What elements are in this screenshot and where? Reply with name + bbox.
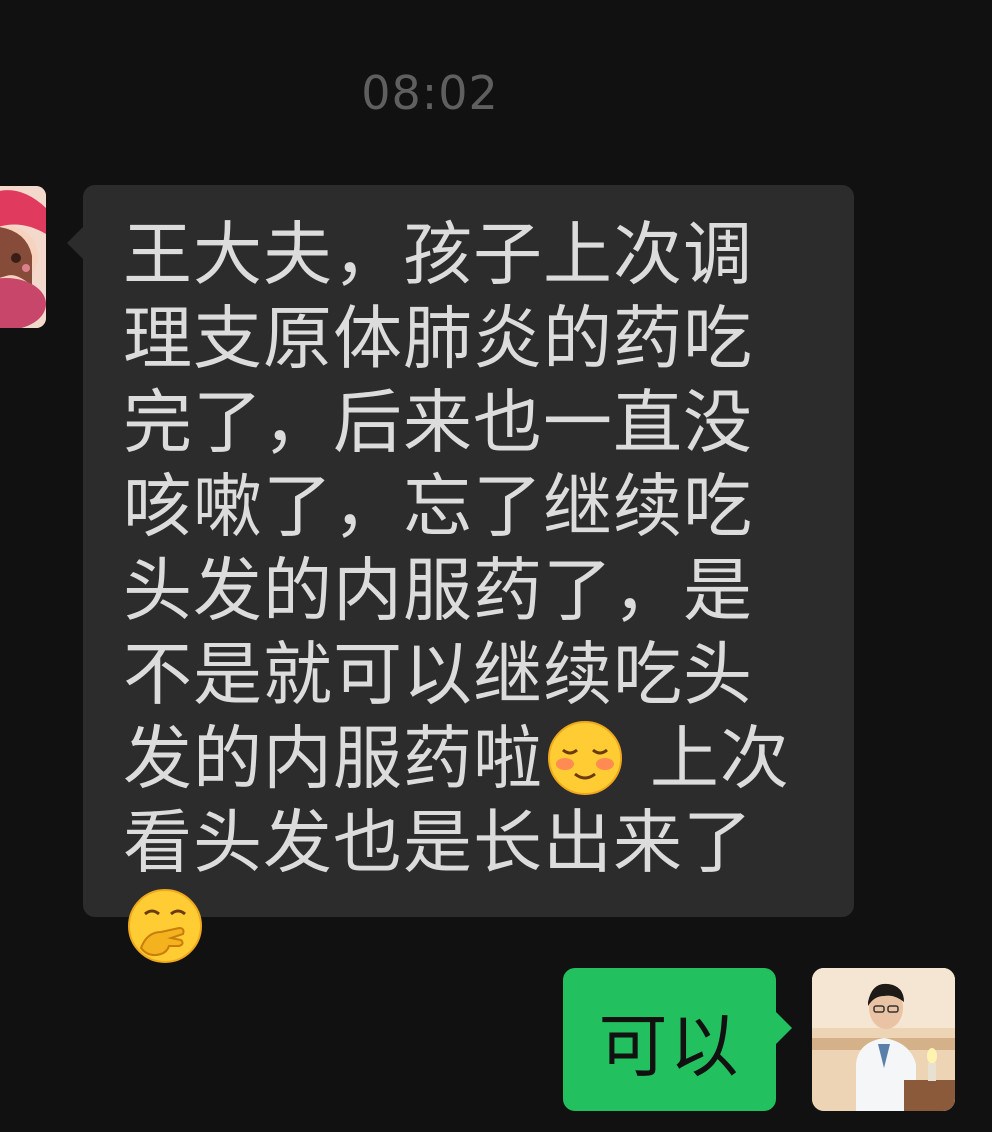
sender-avatar[interactable]: [0, 186, 46, 328]
blushing-smile-emoji-icon: [547, 720, 623, 796]
incoming-message-text: 王大夫，孩子上次调理支原体肺炎的药吃完了，后来也一直没咳嗽了，忘了继续吃头发的内…: [123, 213, 820, 969]
my-avatar-image: [812, 968, 955, 1111]
incoming-text-main: 王大夫，孩子上次调理支原体肺炎的药吃完了，后来也一直没咳嗽了，忘了继续吃头发的内…: [123, 215, 753, 799]
my-avatar[interactable]: [812, 968, 955, 1111]
incoming-message-bubble[interactable]: 王大夫，孩子上次调理支原体肺炎的药吃完了，后来也一直没咳嗽了，忘了继续吃头发的内…: [67, 185, 854, 963]
sender-avatar-image: [0, 186, 46, 328]
outgoing-message-bubble[interactable]: 可以: [563, 968, 792, 1111]
outgoing-message-text: 可以: [598, 1006, 741, 1087]
hand-over-mouth-emoji-icon: [127, 888, 203, 964]
message-timestamp: 08:02: [361, 66, 499, 120]
